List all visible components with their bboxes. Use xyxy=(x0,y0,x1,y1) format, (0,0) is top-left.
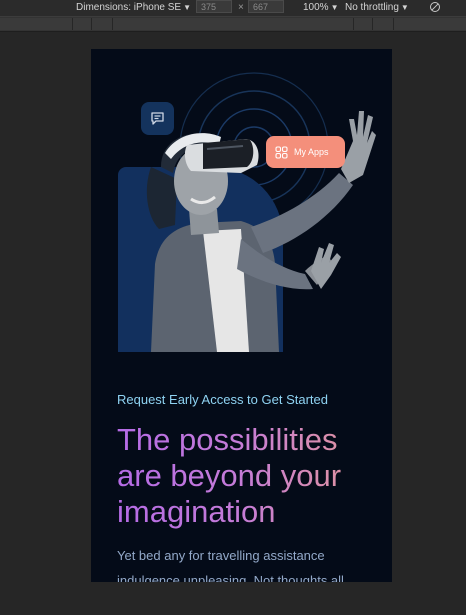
eyebrow-text: Request Early Access to Get Started xyxy=(117,392,328,407)
ruler-segment[interactable] xyxy=(113,18,354,30)
body-line: Yet bed any for travelling assistance xyxy=(117,548,325,563)
chevron-down-icon: ▼ xyxy=(330,3,339,12)
grid-icon xyxy=(275,145,288,159)
headline-line: The possibilities xyxy=(117,422,338,457)
page-headline: The possibilities are beyond your imagin… xyxy=(117,422,387,530)
dimensions-dropdown[interactable]: Dimensions: iPhone SE ▼ xyxy=(76,1,191,14)
ruler-segment[interactable] xyxy=(73,18,92,30)
ruler-segment[interactable] xyxy=(373,18,394,30)
chat-icon[interactable] xyxy=(141,102,174,135)
throttling-dropdown[interactable]: No throttling ▼ xyxy=(345,1,409,14)
device-viewport: My Apps Request Early Access to Get Star… xyxy=(91,49,392,582)
chevron-down-icon: ▼ xyxy=(183,3,191,12)
media-query-ruler[interactable] xyxy=(0,16,466,32)
ruler-segment[interactable] xyxy=(0,18,73,30)
width-input[interactable]: 375 xyxy=(196,0,232,13)
ruler-segment[interactable] xyxy=(354,18,373,30)
body-paragraph: Yet bed any for travelling assistance in… xyxy=(117,543,377,582)
ruler-segment[interactable] xyxy=(394,18,466,30)
vr-user-photo xyxy=(146,111,376,352)
body-line: indulgence unpleasing. Not thoughts all xyxy=(117,573,344,582)
headline-line: are beyond your xyxy=(117,458,342,493)
headline-line: imagination xyxy=(117,494,276,529)
zoom-dropdown[interactable]: 100% ▼ xyxy=(303,1,339,14)
ruler-segment[interactable] xyxy=(92,18,113,30)
devtools-toolbar: Dimensions: iPhone SE ▼ 375 × 667 100% ▼ N… xyxy=(0,0,466,16)
dimensions-label: Dimensions: iPhone SE xyxy=(76,2,182,13)
chevron-down-icon: ▼ xyxy=(400,3,409,12)
zoom-label: 100% xyxy=(303,2,329,13)
times-symbol: × xyxy=(238,2,244,13)
my-apps-label: My Apps xyxy=(294,147,329,157)
throttling-label: No throttling xyxy=(345,2,399,13)
my-apps-button[interactable]: My Apps xyxy=(266,136,345,168)
height-input[interactable]: 667 xyxy=(248,0,284,13)
rotate-icon[interactable] xyxy=(429,1,441,17)
